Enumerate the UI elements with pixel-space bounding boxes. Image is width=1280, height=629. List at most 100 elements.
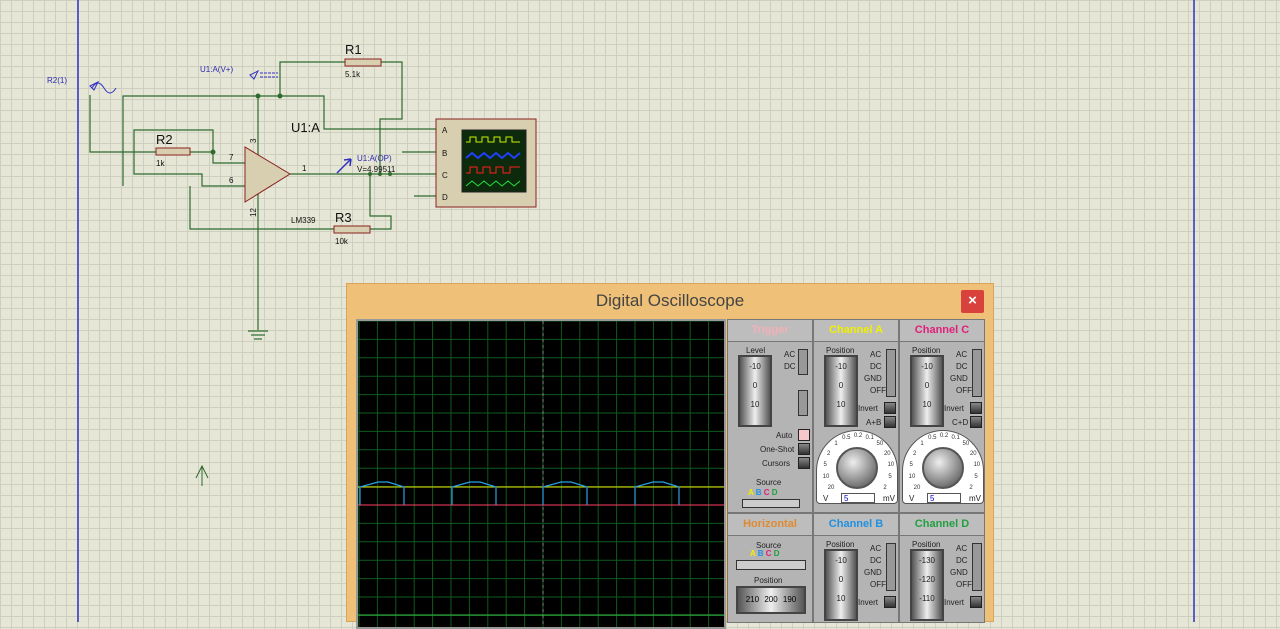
scope-pin-c: C xyxy=(442,171,448,180)
coupling-label: AC xyxy=(956,350,968,359)
invert-label: Invert xyxy=(858,404,879,413)
ac-label: AC xyxy=(784,350,796,359)
auto-label: Auto xyxy=(776,431,793,440)
r1-value: 5.1k xyxy=(345,70,361,79)
coupling-label: GND xyxy=(864,568,882,577)
trace-b-pulse xyxy=(451,481,497,505)
coupling-label: DC xyxy=(870,362,882,371)
knob-scale-label: 20 xyxy=(827,484,835,491)
invert-label: Invert xyxy=(944,404,965,413)
knob-scale-label: 10 xyxy=(973,462,981,469)
channel_a-position-drum[interactable]: -10 0 10 xyxy=(824,355,858,427)
dc-label: DC xyxy=(784,362,796,371)
trigger-edge-switch[interactable] xyxy=(798,390,808,416)
knob-scale-label: 2 xyxy=(969,484,973,491)
knob-scale-label: 5 xyxy=(888,474,892,481)
knob-scale-label: 10 xyxy=(908,474,916,481)
knob-scale-label: 20 xyxy=(913,484,921,491)
coupling-label: OFF xyxy=(956,580,972,589)
r2-value: 1k xyxy=(156,159,165,168)
combine-label: A+B xyxy=(866,418,882,427)
coupling-label: DC xyxy=(956,556,968,565)
knob-scale-label: 5 xyxy=(823,462,827,469)
horizontal-header: Horizontal xyxy=(728,514,812,536)
coupling-label: OFF xyxy=(870,386,886,395)
h-source-slider[interactable] xyxy=(736,560,806,570)
channel-d-panel: Channel D Position -130 -120 -110 AC DC GND OF… xyxy=(899,513,985,623)
u1-part: LM339 xyxy=(291,216,316,225)
channel_b-header: Channel B xyxy=(814,514,898,536)
knob-scale-label: 1 xyxy=(920,441,924,448)
u1-label: U1:A xyxy=(291,120,320,135)
knob-scale-label: 0.1 xyxy=(951,435,960,442)
channel_b-coupling-switch[interactable] xyxy=(886,543,896,591)
scope-pin-b: B xyxy=(442,149,447,158)
knob-scale-label: 0.5 xyxy=(928,435,937,442)
trigger-coupling-switch[interactable] xyxy=(798,349,808,375)
channel_d-position-drum[interactable]: -130 -120 -110 xyxy=(910,549,944,621)
trigger-source-slider[interactable] xyxy=(742,499,800,508)
pin-1: 1 xyxy=(302,164,307,173)
coupling-label: AC xyxy=(870,350,882,359)
channel_a-invert-button[interactable] xyxy=(884,402,896,414)
r2-label: R2 xyxy=(156,132,173,147)
position-label: Position xyxy=(826,346,855,355)
oscilloscope-window: Digital Oscilloscope × Trigger Level -10… xyxy=(346,283,994,629)
probe-op[interactable]: U1:A(OP) xyxy=(357,154,392,163)
knob-scale-label: 50 xyxy=(876,441,884,448)
coupling-label: GND xyxy=(864,374,882,383)
position-label: Position xyxy=(826,540,855,549)
channel_b-invert-button[interactable] xyxy=(884,596,896,608)
h-position-drum[interactable]: 210 200 190 xyxy=(736,586,806,614)
knob-scale-label: 10 xyxy=(887,462,895,469)
channel_a-volts-div-knob[interactable]: 20 10 5 2 1 0.5 0.2 0.1 50 20 10 5 2 VmV xyxy=(816,430,898,504)
knob-scale-label: 10 xyxy=(822,474,830,481)
position-label: Position xyxy=(912,346,941,355)
channel_d-header: Channel D xyxy=(900,514,984,536)
coupling-label: OFF xyxy=(956,386,972,395)
auto-button[interactable] xyxy=(798,429,810,441)
channel_b-position-drum[interactable]: -10 0 10 xyxy=(824,549,858,621)
knob-scale-label: 20 xyxy=(969,450,977,457)
close-button[interactable]: × xyxy=(961,290,984,313)
knob-scale-label: 2 xyxy=(883,484,887,491)
coupling-label: DC xyxy=(956,362,968,371)
cursors-button[interactable] xyxy=(798,457,810,469)
coupling-label: GND xyxy=(950,374,968,383)
window-title: Digital Oscilloscope xyxy=(595,291,745,310)
knob-scale-label: 20 xyxy=(883,450,891,457)
channel_c-position-drum[interactable]: -10 0 10 xyxy=(910,355,944,427)
knob-scale-label: 0.5 xyxy=(842,435,851,442)
trigger-level-drum[interactable]: -10 0 10 xyxy=(738,355,772,427)
coupling-label: GND xyxy=(950,568,968,577)
channel_d-coupling-switch[interactable] xyxy=(972,543,982,591)
channel_c-header: Channel C xyxy=(900,320,984,342)
channel_c-invert-button[interactable] xyxy=(970,402,982,414)
coupling-label: OFF xyxy=(870,580,886,589)
channel_c-volts-div-knob[interactable]: 20 10 5 2 1 0.5 0.2 0.1 50 20 10 5 2 VmV xyxy=(902,430,984,504)
channel_d-invert-button[interactable] xyxy=(970,596,982,608)
channel_c-combine-button[interactable] xyxy=(970,416,982,428)
trigger-header: Trigger xyxy=(728,320,812,342)
level-label: Level xyxy=(746,346,766,355)
channel-b-panel: Channel B Position -10 0 10 AC DC GND OFF Inve… xyxy=(813,513,899,623)
channel_c-coupling-switch[interactable] xyxy=(972,349,982,397)
coupling-label: AC xyxy=(956,544,968,553)
invert-label: Invert xyxy=(858,598,879,607)
knob-scale-label: 0.2 xyxy=(853,433,863,439)
knob-scale-label: 2 xyxy=(827,450,831,457)
pin-12: 12 xyxy=(249,208,258,217)
knob-scale-label: 5 xyxy=(909,462,913,469)
probe-r2[interactable]: R2(1) xyxy=(47,76,67,85)
r3-label: R3 xyxy=(335,210,352,225)
channel_a-volts-div-input[interactable] xyxy=(841,493,875,503)
one-shot-button[interactable] xyxy=(798,443,810,455)
opamp-symbol xyxy=(244,146,291,203)
channel_a-coupling-switch[interactable] xyxy=(886,349,896,397)
coupling-label: DC xyxy=(870,556,882,565)
channel_c-volts-div-input[interactable] xyxy=(927,493,961,503)
channel_a-combine-button[interactable] xyxy=(884,416,896,428)
cursors-label: Cursors xyxy=(762,459,791,468)
scope-screen[interactable] xyxy=(356,319,726,629)
probe-vplus[interactable]: U1:A(V+) xyxy=(200,65,233,74)
